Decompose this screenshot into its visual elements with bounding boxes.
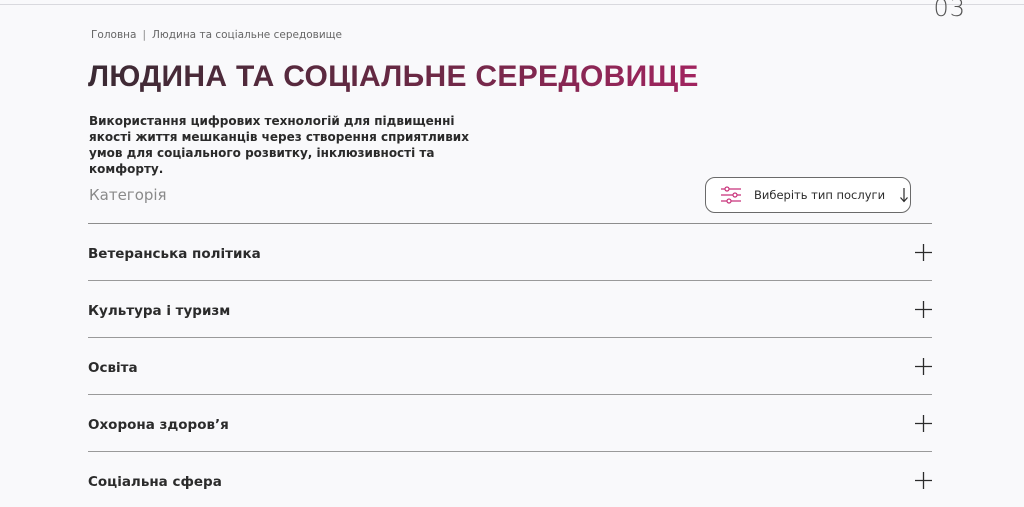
service-type-filter-button[interactable]: Виберіть тип послуги (705, 177, 911, 213)
breadcrumb: Головна | Людина та соціальне середовище (91, 29, 342, 41)
plus-icon[interactable] (915, 301, 932, 318)
category-label: Категорія (89, 186, 167, 204)
plus-icon[interactable] (915, 472, 932, 489)
category-item-veterans[interactable]: Ветеранська політика (88, 224, 932, 281)
category-item-label: Культура і туризм (88, 303, 231, 319)
category-item-label: Охорона здоров’я (88, 417, 229, 433)
top-divider (0, 4, 1024, 5)
category-item-healthcare[interactable]: Охорона здоров’я (88, 395, 932, 452)
breadcrumb-current: Людина та соціальне середовище (152, 29, 343, 41)
page-title: ЛЮДИНА ТА СОЦІАЛЬНЕ СЕРЕДОВИЩЕ (88, 60, 699, 93)
category-item-label: Соціальна сфера (88, 474, 222, 490)
plus-icon[interactable] (915, 415, 932, 432)
breadcrumb-home-link[interactable]: Головна (91, 29, 136, 41)
page-description: Використання цифрових технологій для під… (89, 114, 469, 176)
category-item-social-sphere[interactable]: Соціальна сфера (88, 452, 932, 507)
page: 03 Головна | Людина та соціальне середовищ… (0, 0, 1024, 507)
category-item-education[interactable]: Освіта (88, 338, 932, 395)
sliders-icon (721, 186, 741, 204)
category-item-label: Освіта (88, 360, 138, 376)
category-item-culture-tourism[interactable]: Культура і туризм (88, 281, 932, 338)
breadcrumb-separator: | (142, 29, 146, 41)
plus-icon[interactable] (915, 358, 932, 375)
arrow-down-icon (900, 188, 909, 203)
section-number: 03 (933, 0, 966, 22)
category-accordion: Ветеранська політика Культура і туризм О… (88, 223, 932, 507)
category-item-label: Ветеранська політика (88, 246, 261, 262)
plus-icon[interactable] (915, 244, 932, 261)
service-type-filter-label: Виберіть тип послуги (754, 188, 886, 202)
